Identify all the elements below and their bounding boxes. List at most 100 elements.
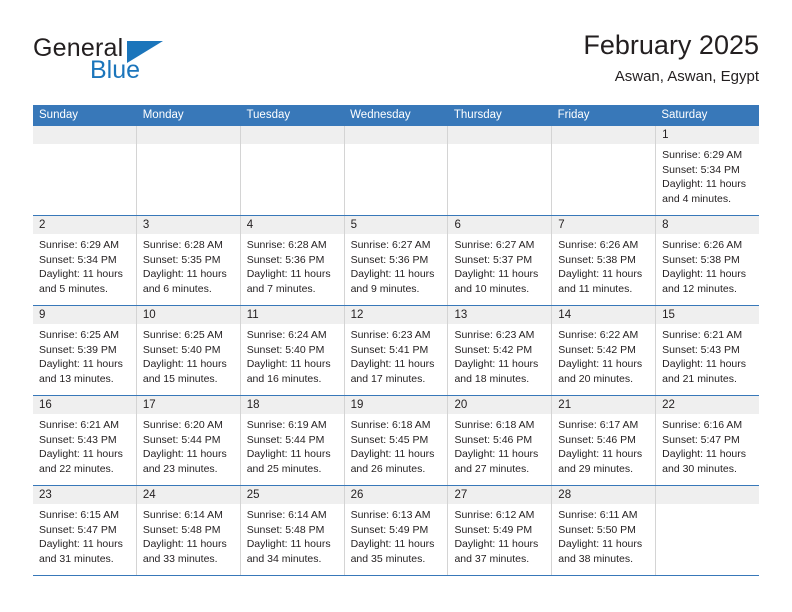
sunset-text: Sunset: 5:47 PM <box>39 523 117 536</box>
weekday-thursday: Thursday <box>453 109 502 121</box>
daylight-text-line2: and 9 minutes. <box>350 282 420 295</box>
daylight-text-line2: and 7 minutes. <box>246 282 316 295</box>
calendar-day-cell[interactable]: 13 Sunrise: 6:23 AM Sunset: 5:42 PM Dayligh… <box>448 306 553 395</box>
calendar-day-cell[interactable]: 22 Sunrise: 6:16 AM Sunset: 5:47 PM Dayligh… <box>656 396 760 485</box>
sunrise-text: Sunrise: 6:26 AM <box>558 239 639 251</box>
calendar-day-cell[interactable]: 18 Sunrise: 6:19 AM Sunset: 5:44 PM Dayligh… <box>240 396 345 485</box>
weekday-saturday: Saturday <box>661 109 708 121</box>
sunrise-text: Sunrise: 6:16 AM <box>662 419 743 431</box>
calendar-page: General Blue February 2025 Aswan, Aswan,… <box>0 0 792 612</box>
day-details: Sunrise: 6:23 AM Sunset: 5:41 PM Daylight:… <box>345 324 448 386</box>
day-number: 9 <box>39 309 46 321</box>
sunset-text: Sunset: 5:38 PM <box>558 253 636 266</box>
calendar-day-cell[interactable]: 25 Sunrise: 6:14 AM Sunset: 5:48 PM Dayligh… <box>240 486 345 575</box>
daylight-text-line1: Daylight: 11 hours <box>558 448 643 461</box>
calendar-day-cell[interactable]: 11 Sunrise: 6:24 AM Sunset: 5:40 PM Dayligh… <box>240 306 345 395</box>
sunset-text: Sunset: 5:35 PM <box>142 253 221 266</box>
sunset-text: Sunset: 5:41 PM <box>350 343 429 356</box>
calendar-day-cell[interactable]: 21 Sunrise: 6:17 AM Sunset: 5:46 PM Dayligh… <box>552 396 657 485</box>
day-details: Sunrise: 6:17 AM Sunset: 5:46 PM Daylight:… <box>552 414 655 476</box>
daylight-text-line1: Daylight: 11 hours <box>246 448 331 461</box>
calendar-day-cell[interactable]: 14 Sunrise: 6:22 AM Sunset: 5:42 PM Dayligh… <box>552 306 657 395</box>
calendar-day-cell[interactable]: 23 Sunrise: 6:15 AM Sunset: 5:47 PM Dayligh… <box>33 486 137 575</box>
day-number: 7 <box>558 219 565 231</box>
sunset-text: Sunset: 5:47 PM <box>662 433 740 446</box>
daylight-text-line1: Daylight: 11 hours <box>142 358 227 371</box>
day-number-band: 22 <box>656 396 760 414</box>
calendar-day-cell[interactable]: 20 Sunrise: 6:18 AM Sunset: 5:46 PM Dayligh… <box>448 396 553 485</box>
calendar-day-cell[interactable]: 24 Sunrise: 6:14 AM Sunset: 5:48 PM Dayligh… <box>136 486 241 575</box>
day-number-band: 9 <box>33 306 136 324</box>
day-number: 4 <box>246 219 254 231</box>
sunrise-text: Sunrise: 6:13 AM <box>350 509 431 521</box>
calendar-day-cell[interactable]: 15 Sunrise: 6:21 AM Sunset: 5:43 PM Dayligh… <box>656 306 760 395</box>
calendar-day-cell[interactable]: 4 Sunrise: 6:28 AM Sunset: 5:36 PM Daylight… <box>240 216 345 305</box>
sunrise-text: Sunrise: 6:18 AM <box>350 419 431 431</box>
day-details: Sunrise: 6:24 AM Sunset: 5:40 PM Daylight:… <box>241 324 344 386</box>
day-number-band <box>240 126 344 144</box>
day-number-band: 28 <box>552 486 656 504</box>
sunset-text: Sunset: 5:45 PM <box>350 433 429 446</box>
day-details: Sunrise: 6:28 AM Sunset: 5:36 PM Daylight:… <box>241 234 344 296</box>
day-details: Sunrise: 6:13 AM Sunset: 5:49 PM Daylight:… <box>345 504 448 566</box>
sunset-text: Sunset: 5:40 PM <box>142 343 221 356</box>
calendar-day-cell[interactable]: 27 Sunrise: 6:12 AM Sunset: 5:49 PM Dayligh… <box>448 486 553 575</box>
sunset-text: Sunset: 5:50 PM <box>558 523 636 536</box>
calendar-day-cell[interactable]: 1 Sunrise: 6:29 AM Sunset: 5:34 PM Daylight… <box>656 126 760 215</box>
calendar-day-cell[interactable]: 5 Sunrise: 6:27 AM Sunset: 5:36 PM Daylight… <box>344 216 449 305</box>
calendar-day-cell[interactable]: 17 Sunrise: 6:20 AM Sunset: 5:44 PM Dayligh… <box>136 396 241 485</box>
brand-logo[interactable]: General Blue <box>33 34 253 94</box>
calendar-day-cell[interactable]: 2 Sunrise: 6:29 AM Sunset: 5:34 PM Daylight… <box>33 216 137 305</box>
day-number-band: 5 <box>344 216 448 234</box>
sunset-text: Sunset: 5:42 PM <box>558 343 636 356</box>
calendar-day-cell[interactable]: 16 Sunrise: 6:21 AM Sunset: 5:43 PM Dayligh… <box>33 396 137 485</box>
daylight-text-line2: and 25 minutes. <box>246 462 322 475</box>
daylight-text-line1: Daylight: 11 hours <box>39 538 123 551</box>
daylight-text-line1: Daylight: 11 hours <box>350 358 435 371</box>
calendar-day-cell[interactable]: 26 Sunrise: 6:13 AM Sunset: 5:49 PM Dayligh… <box>344 486 449 575</box>
day-details: Sunrise: 6:25 AM Sunset: 5:39 PM Daylight:… <box>33 324 136 386</box>
calendar-day-cell[interactable]: 19 Sunrise: 6:18 AM Sunset: 5:45 PM Dayligh… <box>344 396 449 485</box>
calendar-week-row: 16 Sunrise: 6:21 AM Sunset: 5:43 PM Dayligh… <box>33 396 760 486</box>
daylight-text-line2: and 23 minutes. <box>142 462 218 475</box>
daylight-text-line2: and 12 minutes. <box>662 282 737 295</box>
day-details: Sunrise: 6:25 AM Sunset: 5:40 PM Daylight:… <box>137 324 240 386</box>
daylight-text-line2: and 5 minutes. <box>39 282 108 295</box>
day-number-band: 12 <box>344 306 448 324</box>
calendar-day-cell[interactable]: 28 Sunrise: 6:11 AM Sunset: 5:50 PM Dayligh… <box>552 486 657 575</box>
day-number: 18 <box>246 399 260 411</box>
day-number: 25 <box>246 489 260 501</box>
sunset-text: Sunset: 5:37 PM <box>454 253 533 266</box>
calendar-day-cell[interactable]: 12 Sunrise: 6:23 AM Sunset: 5:41 PM Dayligh… <box>344 306 449 395</box>
calendar-week-row: 1 Sunrise: 6:29 AM Sunset: 5:34 PM Daylight… <box>33 126 760 216</box>
daylight-text-line2: and 16 minutes. <box>246 372 322 385</box>
calendar-day-cell[interactable]: 3 Sunrise: 6:28 AM Sunset: 5:35 PM Daylight… <box>136 216 241 305</box>
day-number: 2 <box>39 219 46 231</box>
daylight-text-line2: and 35 minutes. <box>350 552 426 565</box>
page-subtitle: Aswan, Aswan, Egypt <box>614 68 759 85</box>
sunset-text: Sunset: 5:49 PM <box>454 523 533 536</box>
daylight-text-line1: Daylight: 11 hours <box>662 358 747 371</box>
daylight-text-line2: and 18 minutes. <box>454 372 530 385</box>
calendar-day-cell[interactable]: 8 Sunrise: 6:26 AM Sunset: 5:38 PM Daylight… <box>656 216 760 305</box>
day-number-band: 10 <box>136 306 240 324</box>
day-number-band: 19 <box>344 396 448 414</box>
sunrise-text: Sunrise: 6:21 AM <box>39 419 119 431</box>
sunset-text: Sunset: 5:44 PM <box>142 433 221 446</box>
day-number-band <box>344 126 448 144</box>
calendar-day-cell[interactable]: 9 Sunrise: 6:25 AM Sunset: 5:39 PM Daylight… <box>33 306 137 395</box>
day-details: Sunrise: 6:16 AM Sunset: 5:47 PM Daylight:… <box>656 414 759 476</box>
calendar-week-row: 9 Sunrise: 6:25 AM Sunset: 5:39 PM Daylight… <box>33 306 760 396</box>
calendar-day-cell-empty <box>344 126 449 215</box>
calendar-day-cell[interactable]: 7 Sunrise: 6:26 AM Sunset: 5:38 PM Daylight… <box>552 216 657 305</box>
day-number-band: 7 <box>552 216 656 234</box>
daylight-text-line2: and 13 minutes. <box>39 372 114 385</box>
calendar-day-cell[interactable]: 10 Sunrise: 6:25 AM Sunset: 5:40 PM Dayligh… <box>136 306 241 395</box>
sunrise-text: Sunrise: 6:18 AM <box>454 419 535 431</box>
day-details: Sunrise: 6:22 AM Sunset: 5:42 PM Daylight:… <box>552 324 655 386</box>
calendar-day-cell[interactable]: 6 Sunrise: 6:27 AM Sunset: 5:37 PM Daylight… <box>448 216 553 305</box>
day-details: Sunrise: 6:26 AM Sunset: 5:38 PM Daylight:… <box>656 234 759 296</box>
daylight-text-line1: Daylight: 11 hours <box>454 448 539 461</box>
daylight-text-line1: Daylight: 11 hours <box>39 268 123 281</box>
day-number: 12 <box>350 309 364 321</box>
